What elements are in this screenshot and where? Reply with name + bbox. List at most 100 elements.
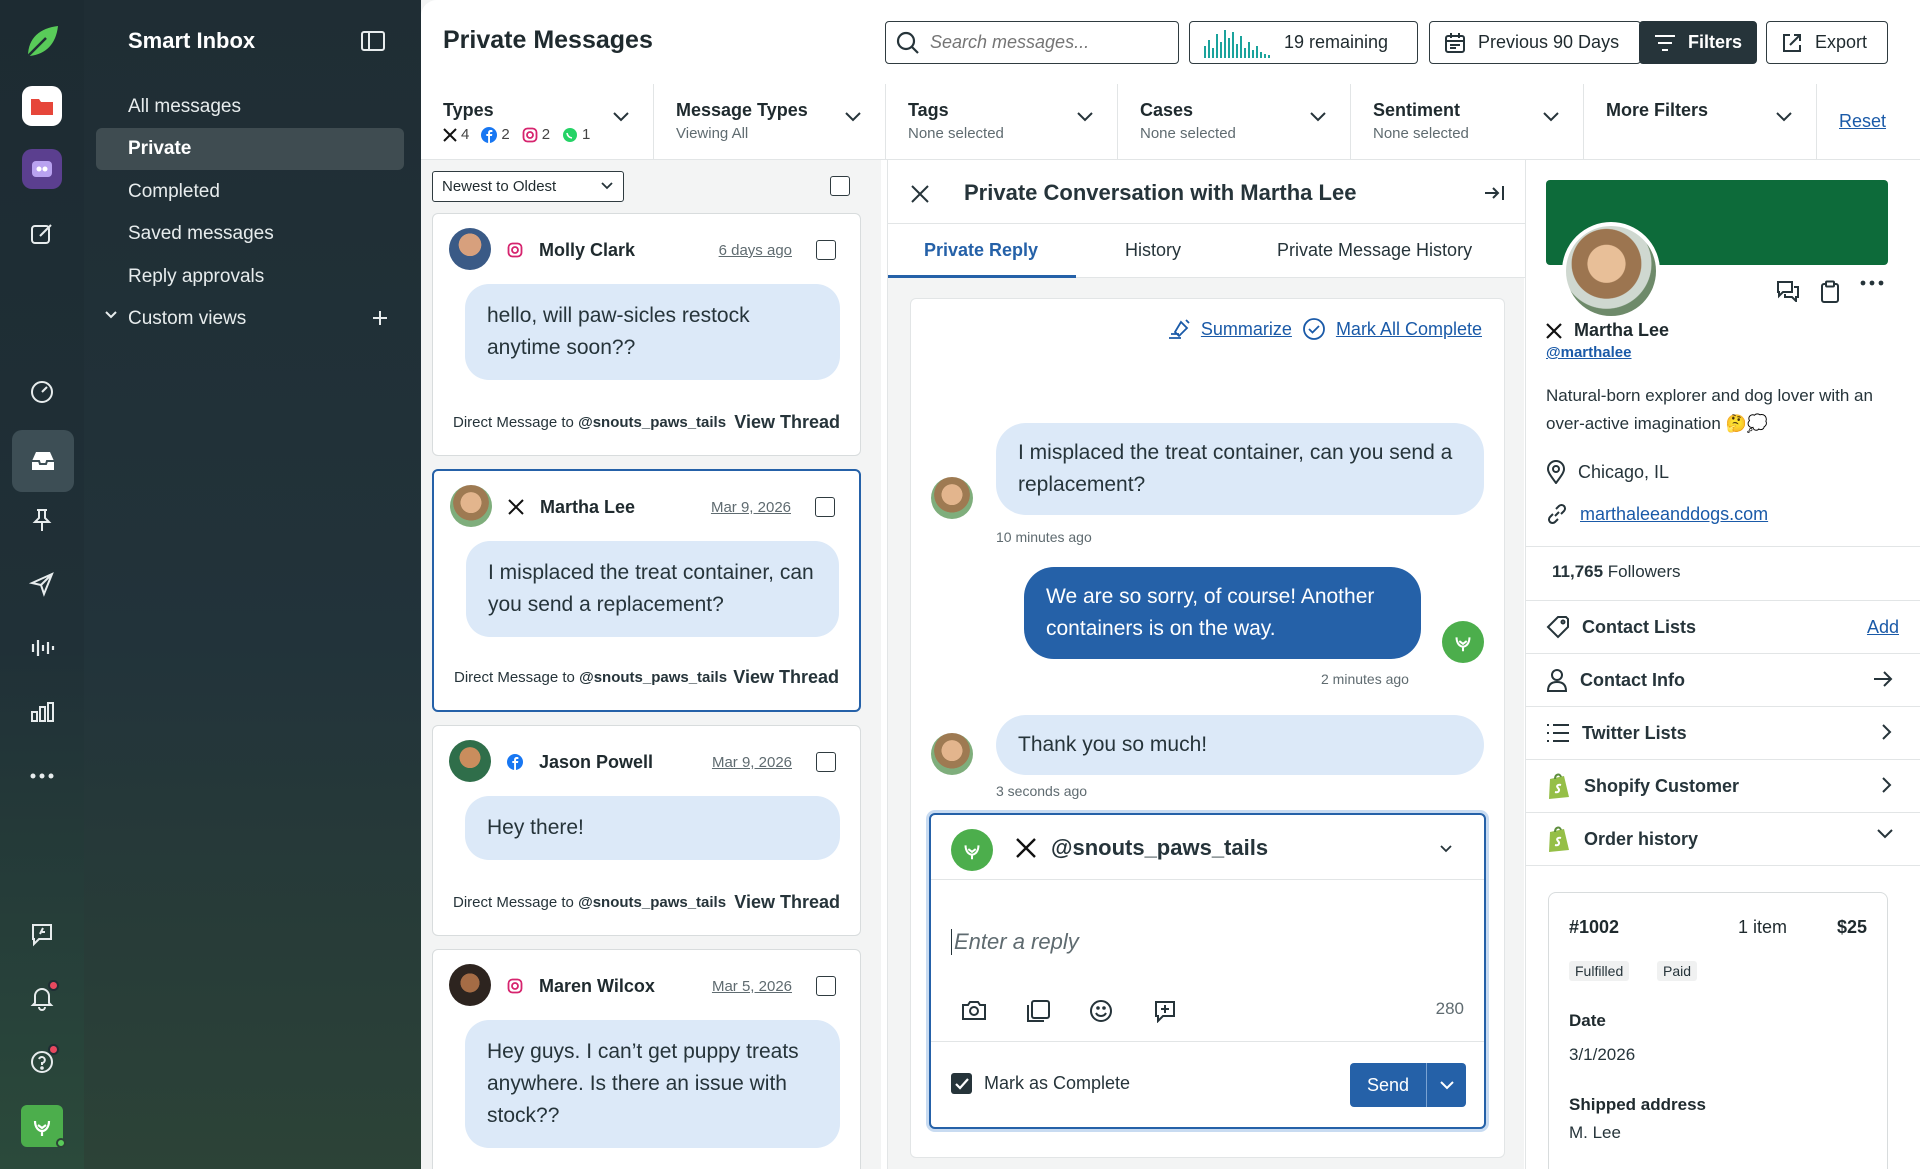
- filter-more[interactable]: More Filters: [1584, 84, 1817, 160]
- date-range-button[interactable]: Previous 90 Days: [1429, 21, 1641, 64]
- chevron-down-icon: [845, 112, 861, 122]
- search-input[interactable]: [930, 32, 1150, 53]
- chevron-down-icon[interactable]: [1440, 845, 1452, 853]
- feedback-icon[interactable]: [16, 908, 68, 960]
- filters-button[interactable]: Filters: [1639, 21, 1757, 64]
- sort-select-value: Newest to Oldest: [442, 178, 557, 195]
- bot-app-icon[interactable]: [16, 143, 68, 195]
- send-icon[interactable]: [16, 558, 68, 610]
- types-instagram-count: 2: [541, 126, 551, 143]
- notification-badge: [48, 980, 59, 991]
- facebook-icon: [507, 754, 523, 770]
- inbox-icon[interactable]: [12, 430, 74, 492]
- filter-types[interactable]: Types 4 2 2 1: [421, 84, 654, 160]
- x-icon: [1546, 322, 1562, 339]
- outgoing-message: We are so sorry, of course! Another cont…: [1024, 567, 1421, 659]
- folder-app-icon[interactable]: [16, 80, 68, 132]
- view-thread-link[interactable]: View Thread: [734, 412, 840, 433]
- camera-icon[interactable]: [961, 999, 987, 1021]
- message-checkbox[interactable]: [815, 497, 835, 517]
- reply-input[interactable]: Enter a reply: [951, 929, 1079, 955]
- nav-item-completed[interactable]: Completed: [96, 171, 404, 213]
- search-box[interactable]: [885, 21, 1179, 64]
- message-card[interactable]: Martha Lee Mar 9, 2026 I misplaced the t…: [432, 469, 861, 712]
- select-all-checkbox[interactable]: [830, 176, 850, 196]
- message-card[interactable]: Jason Powell Mar 9, 2026 Hey there! Dire…: [432, 725, 861, 936]
- view-thread-link[interactable]: View Thread: [734, 892, 840, 913]
- send-button[interactable]: Send: [1350, 1063, 1426, 1107]
- export-button[interactable]: Export: [1766, 21, 1888, 64]
- direct-message-target: Direct Message to @snouts_paws_tails: [453, 414, 726, 431]
- nav-item-private[interactable]: Private: [96, 128, 404, 170]
- order-card[interactable]: #1002 1 item $25 Fulfilled Paid Date 3/1…: [1548, 892, 1888, 1169]
- notifications-icon[interactable]: [16, 972, 68, 1024]
- message-checkbox[interactable]: [816, 976, 836, 996]
- message-card[interactable]: Maren Wilcox Mar 5, 2026 Hey guys. I can…: [432, 949, 861, 1169]
- avatar: [449, 228, 491, 270]
- chevron-right-icon: [1882, 777, 1892, 793]
- send-options-button[interactable]: [1426, 1063, 1466, 1107]
- saved-reply-icon[interactable]: [1153, 999, 1177, 1023]
- emoji-icon[interactable]: [1089, 999, 1113, 1023]
- page-title: Private Messages: [443, 26, 653, 54]
- reports-icon[interactable]: [16, 686, 68, 738]
- more-options-icon[interactable]: [1860, 280, 1884, 286]
- filter-tags-value: None selected: [908, 125, 1004, 142]
- sprout-logo-icon[interactable]: [16, 16, 68, 68]
- filter-tags[interactable]: Tags None selected: [886, 84, 1118, 160]
- message-card[interactable]: Molly Clark 6 days ago hello, will paw-s…: [432, 213, 861, 456]
- close-icon[interactable]: [910, 184, 930, 204]
- tab-history[interactable]: History: [1125, 240, 1181, 261]
- order-history-row[interactable]: Order history: [1526, 813, 1920, 866]
- sort-select[interactable]: Newest to Oldest: [432, 171, 624, 202]
- remaining-button[interactable]: 19 remaining: [1189, 21, 1418, 64]
- chevron-right-icon: [1882, 724, 1892, 740]
- tab-private-message-history[interactable]: Private Message History: [1277, 240, 1472, 261]
- contact-lists-row[interactable]: Contact Lists Add: [1526, 601, 1920, 654]
- message-date[interactable]: 6 days ago: [719, 242, 792, 259]
- message-checkbox[interactable]: [816, 240, 836, 260]
- listening-icon[interactable]: [16, 622, 68, 674]
- nav-item-reply-approvals[interactable]: Reply approvals: [96, 256, 404, 298]
- types-x-count: 4: [461, 126, 470, 143]
- filter-message-types[interactable]: Message Types Viewing All: [654, 84, 886, 160]
- nav-item-custom-views[interactable]: Custom views: [96, 298, 404, 340]
- filter-sentiment[interactable]: Sentiment None selected: [1351, 84, 1584, 160]
- media-library-icon[interactable]: [1025, 999, 1051, 1023]
- account-avatar[interactable]: [16, 1100, 68, 1152]
- mark-all-complete-link[interactable]: Mark All Complete: [1336, 319, 1482, 340]
- view-thread-link[interactable]: View Thread: [733, 667, 839, 688]
- conversation-icon[interactable]: [1776, 280, 1800, 302]
- twitter-lists-row[interactable]: Twitter Lists: [1526, 707, 1920, 760]
- add-custom-view-icon[interactable]: [372, 310, 388, 326]
- add-contact-list-link[interactable]: Add: [1867, 617, 1899, 638]
- filter-cases[interactable]: Cases None selected: [1118, 84, 1351, 160]
- message-checkbox[interactable]: [816, 752, 836, 772]
- clipboard-icon[interactable]: [1820, 280, 1840, 304]
- remaining-label: 19 remaining: [1284, 32, 1389, 52]
- more-icon[interactable]: [16, 750, 68, 802]
- message-date[interactable]: Mar 9, 2026: [711, 499, 791, 516]
- profile-handle[interactable]: @marthalee: [1546, 344, 1632, 361]
- pin-icon[interactable]: [16, 494, 68, 546]
- sidebar-toggle-icon[interactable]: [360, 30, 386, 52]
- profile-website-link[interactable]: marthaleeanddogs.com: [1580, 504, 1768, 525]
- export-label: Export: [1815, 32, 1868, 52]
- tab-private-reply[interactable]: Private Reply: [924, 240, 1038, 261]
- avatar: [449, 964, 491, 1006]
- dashboard-icon[interactable]: [16, 366, 68, 418]
- reset-filters-link[interactable]: Reset: [1839, 111, 1886, 132]
- contact-info-row[interactable]: Contact Info: [1526, 654, 1920, 707]
- mark-complete-checkbox[interactable]: [951, 1073, 972, 1094]
- nav-item-saved-messages[interactable]: Saved messages: [96, 213, 404, 255]
- compose-icon[interactable]: [16, 208, 68, 260]
- nav-item-all-messages[interactable]: All messages: [96, 86, 404, 128]
- order-price: $25: [1836, 917, 1867, 937]
- summarize-link[interactable]: Summarize: [1201, 319, 1292, 340]
- shopify-customer-row[interactable]: Shopify Customer: [1526, 760, 1920, 813]
- collapse-panel-icon[interactable]: [1483, 184, 1505, 202]
- help-icon[interactable]: [16, 1036, 68, 1088]
- reply-account[interactable]: @snouts_paws_tails: [1051, 835, 1268, 861]
- message-date[interactable]: Mar 9, 2026: [712, 754, 792, 771]
- message-date[interactable]: Mar 5, 2026: [712, 978, 792, 995]
